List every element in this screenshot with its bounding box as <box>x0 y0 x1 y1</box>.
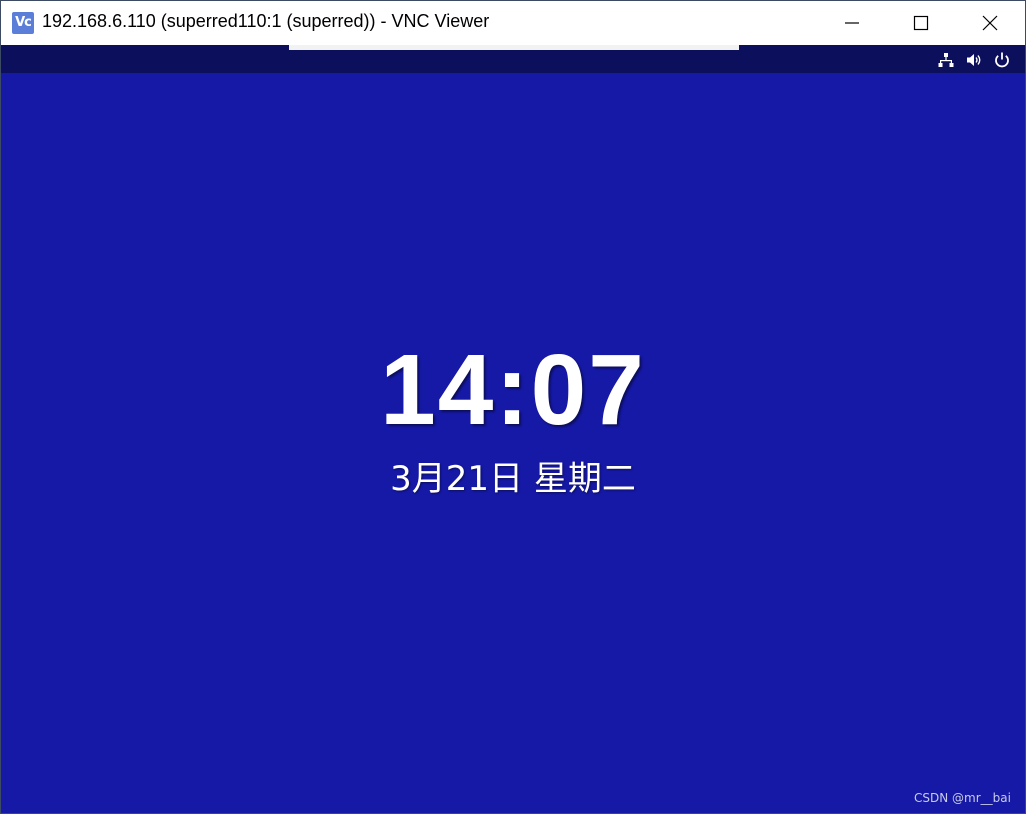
network-icon[interactable] <box>937 51 955 69</box>
maximize-icon <box>913 15 929 31</box>
vnc-app-icon[interactable]: Vc <box>12 12 34 34</box>
watermark-text: CSDN @mr__bai <box>914 791 1011 805</box>
maximize-button[interactable] <box>886 1 956 45</box>
vnc-viewer-window: Vc 192.168.6.110 (superred110:1 (superre… <box>0 0 1026 814</box>
close-icon <box>982 15 998 31</box>
remote-lock-screen[interactable]: 14:07 3月21日 星期二 CSDN @mr__bai <box>1 73 1025 813</box>
clock-time: 14:07 <box>380 334 646 446</box>
power-icon[interactable] <box>993 51 1011 69</box>
minimize-icon <box>845 22 859 24</box>
title-bar[interactable]: Vc 192.168.6.110 (superred110:1 (superre… <box>1 1 1025 45</box>
window-title: 192.168.6.110 (superred110:1 (superred))… <box>42 11 490 31</box>
clock-date: 3月21日 星期二 <box>390 459 636 499</box>
minimize-button[interactable] <box>817 1 887 45</box>
volume-icon[interactable] <box>965 51 983 69</box>
close-button[interactable] <box>955 1 1025 45</box>
vnc-toolbar-handle[interactable] <box>289 45 739 50</box>
